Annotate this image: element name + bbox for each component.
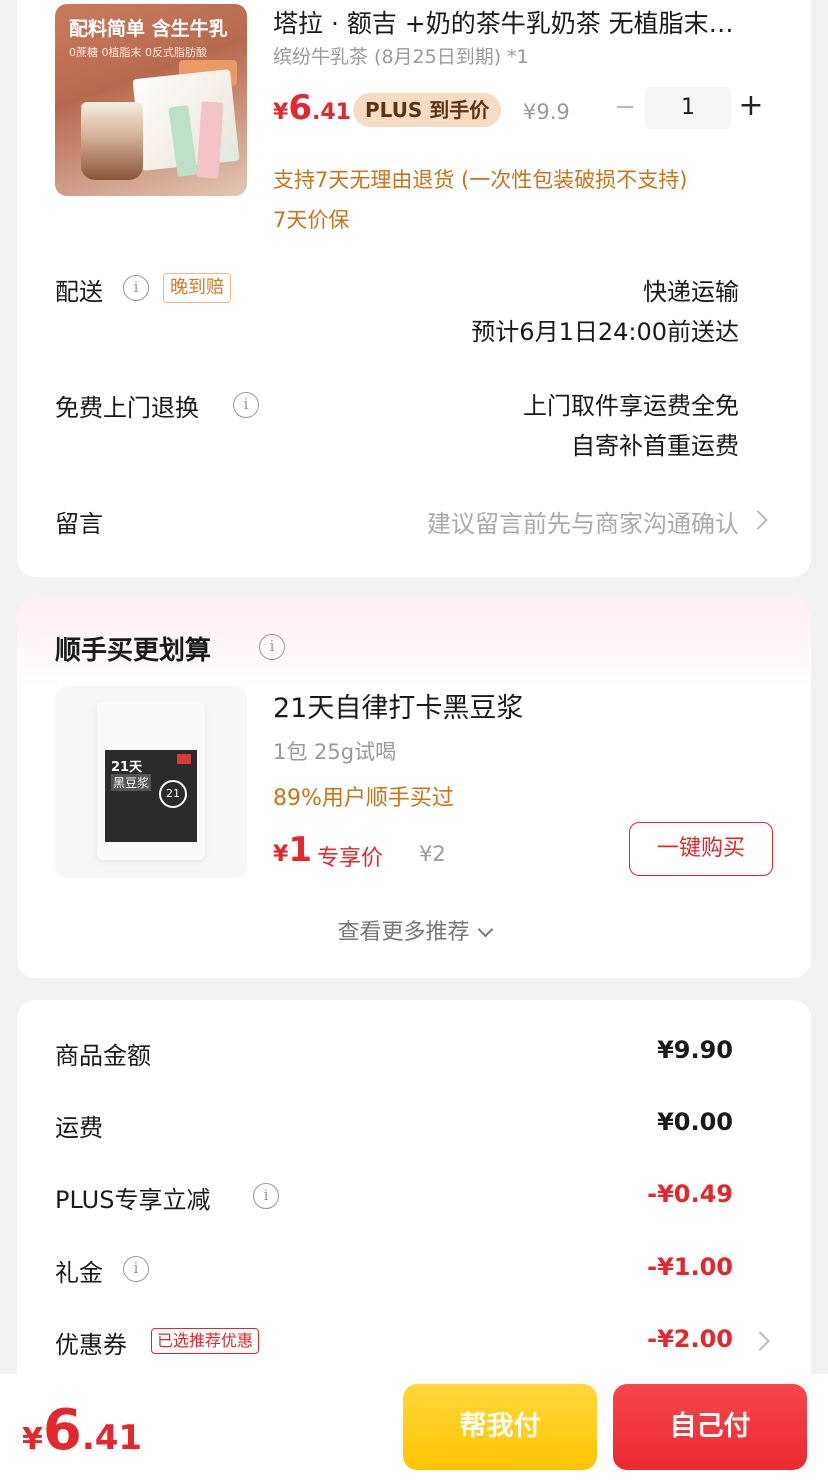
chevron-down-icon: [477, 921, 493, 938]
price-protection-text: 7天价保: [273, 208, 350, 232]
total-decimal: .41: [81, 1418, 143, 1458]
exclusive-price-label: 专享价: [317, 846, 384, 871]
bag-label: 21天 黑豆浆 21: [105, 750, 197, 842]
product-image-subline: 0蔗糖 0植脂末 0反式脂肪酸: [69, 46, 207, 59]
recommend-product-image[interactable]: 21天 黑豆浆 21: [55, 686, 247, 878]
recommend-original-price: ¥2: [419, 842, 446, 866]
goods-amount-label: 商品金额: [55, 1042, 151, 1070]
plus-discount-value: -¥0.49: [647, 1180, 733, 1208]
free-return-line1: 上门取件享运费全免: [523, 392, 739, 420]
return-policy-text: 支持7天无理由退货 (一次性包装破损不支持): [273, 168, 688, 192]
gift-money-value: -¥1.00: [647, 1253, 733, 1281]
delivery-eta: 预计6月1日24:00前送达: [471, 318, 739, 346]
checkout-bar: ¥6.41 帮我付 自己付: [0, 1374, 828, 1482]
help-me-pay-button[interactable]: 帮我付: [403, 1384, 597, 1470]
message-label: 留言: [55, 510, 103, 538]
bag-text-days: 21天: [111, 760, 143, 775]
info-icon[interactable]: i: [123, 275, 149, 301]
bag-text-name: 黑豆浆: [111, 774, 152, 791]
order-item-card: 配料简单 含生牛乳 0蔗糖 0植脂末 0反式脂肪酸 塔拉 · 额吉 +奶的茶牛乳…: [17, 0, 811, 577]
price-integer: 1: [288, 830, 312, 870]
info-icon[interactable]: i: [123, 1256, 149, 1282]
chevron-right-icon[interactable]: [748, 510, 768, 530]
total-currency: ¥: [22, 1422, 43, 1457]
plus-price-badge: PLUS 到手价: [353, 93, 502, 127]
product-pack-graphic: [196, 101, 224, 179]
recommend-product-name[interactable]: 21天自律打卡黑豆浆: [273, 686, 523, 725]
more-recommendations-label: 查看更多推荐: [337, 920, 470, 945]
goods-amount-value: ¥9.90: [657, 1036, 733, 1064]
info-icon[interactable]: i: [259, 634, 285, 660]
free-return-label: 免费上门退换: [55, 394, 199, 422]
bag-brand-tag: [177, 754, 191, 764]
price-decimal: .41: [311, 100, 351, 125]
milk-tea-cup-graphic: [81, 102, 143, 180]
recommendation-card: 顺手买更划算 i 21天 黑豆浆 21 21天自律打卡黑豆浆 1包 25g试喝 …: [17, 598, 811, 978]
info-icon[interactable]: i: [253, 1183, 279, 1209]
recommend-price: ¥1: [273, 830, 312, 870]
message-input[interactable]: 建议留言前先与商家沟通确认: [427, 504, 739, 539]
price-integer: 6: [288, 88, 312, 128]
total-integer: 6: [42, 1398, 82, 1463]
price-currency: ¥: [273, 100, 289, 125]
soymilk-bag-graphic: 21天 黑豆浆 21: [97, 702, 205, 860]
coupon-value[interactable]: -¥2.00: [647, 1325, 733, 1353]
gift-money-label: 礼金: [55, 1259, 103, 1287]
more-recommendations-button[interactable]: 查看更多推荐: [17, 914, 811, 946]
coupon-selected-badge: 已选推荐优惠: [151, 1328, 260, 1354]
one-click-buy-button[interactable]: 一键购买: [629, 822, 773, 876]
pay-myself-button[interactable]: 自己付: [613, 1384, 807, 1470]
recommend-product-spec: 1包 25g试喝: [273, 740, 397, 764]
recommend-purchase-stat: 89%用户顺手买过: [273, 786, 454, 811]
original-price: ¥9.9: [523, 100, 570, 124]
quantity-input[interactable]: 1: [645, 87, 731, 129]
late-compensation-badge: 晚到赔: [163, 273, 231, 303]
total-price: ¥6.41: [22, 1398, 142, 1463]
chevron-right-icon[interactable]: [750, 1331, 770, 1351]
product-price: ¥6.41: [273, 88, 351, 128]
price-summary-card: 商品金额 ¥9.90 运费 ¥0.00 PLUS专享立减 i -¥0.49 礼金…: [17, 1000, 811, 1400]
shipping-fee-value: ¥0.00: [657, 1108, 733, 1136]
delivery-label: 配送: [55, 278, 103, 306]
coupon-label[interactable]: 优惠券: [55, 1325, 127, 1360]
free-return-line2: 自寄补首重运费: [571, 432, 739, 460]
plus-discount-label: PLUS专享立减: [55, 1186, 211, 1214]
price-currency: ¥: [273, 842, 289, 867]
product-image-headline: 配料简单 含生牛乳: [69, 18, 228, 40]
shipping-fee-label: 运费: [55, 1114, 103, 1142]
recommendation-title-text: 顺手买更划算: [55, 636, 212, 666]
bag-badge: 21: [159, 780, 187, 808]
quantity-decrease-button[interactable]: −: [613, 90, 637, 124]
product-spec: 缤纷牛乳茶 (8月25日到期) *1: [273, 46, 529, 68]
info-icon[interactable]: i: [233, 392, 259, 418]
recommendation-title: 顺手买更划算: [55, 630, 211, 667]
product-image[interactable]: 配料简单 含生牛乳 0蔗糖 0植脂末 0反式脂肪酸: [55, 4, 247, 196]
quantity-increase-button[interactable]: +: [737, 88, 765, 126]
product-title[interactable]: 塔拉 · 额吉 +奶的茶牛乳奶茶 无植脂末…: [273, 4, 773, 40]
delivery-method[interactable]: 快递运输: [643, 272, 739, 307]
